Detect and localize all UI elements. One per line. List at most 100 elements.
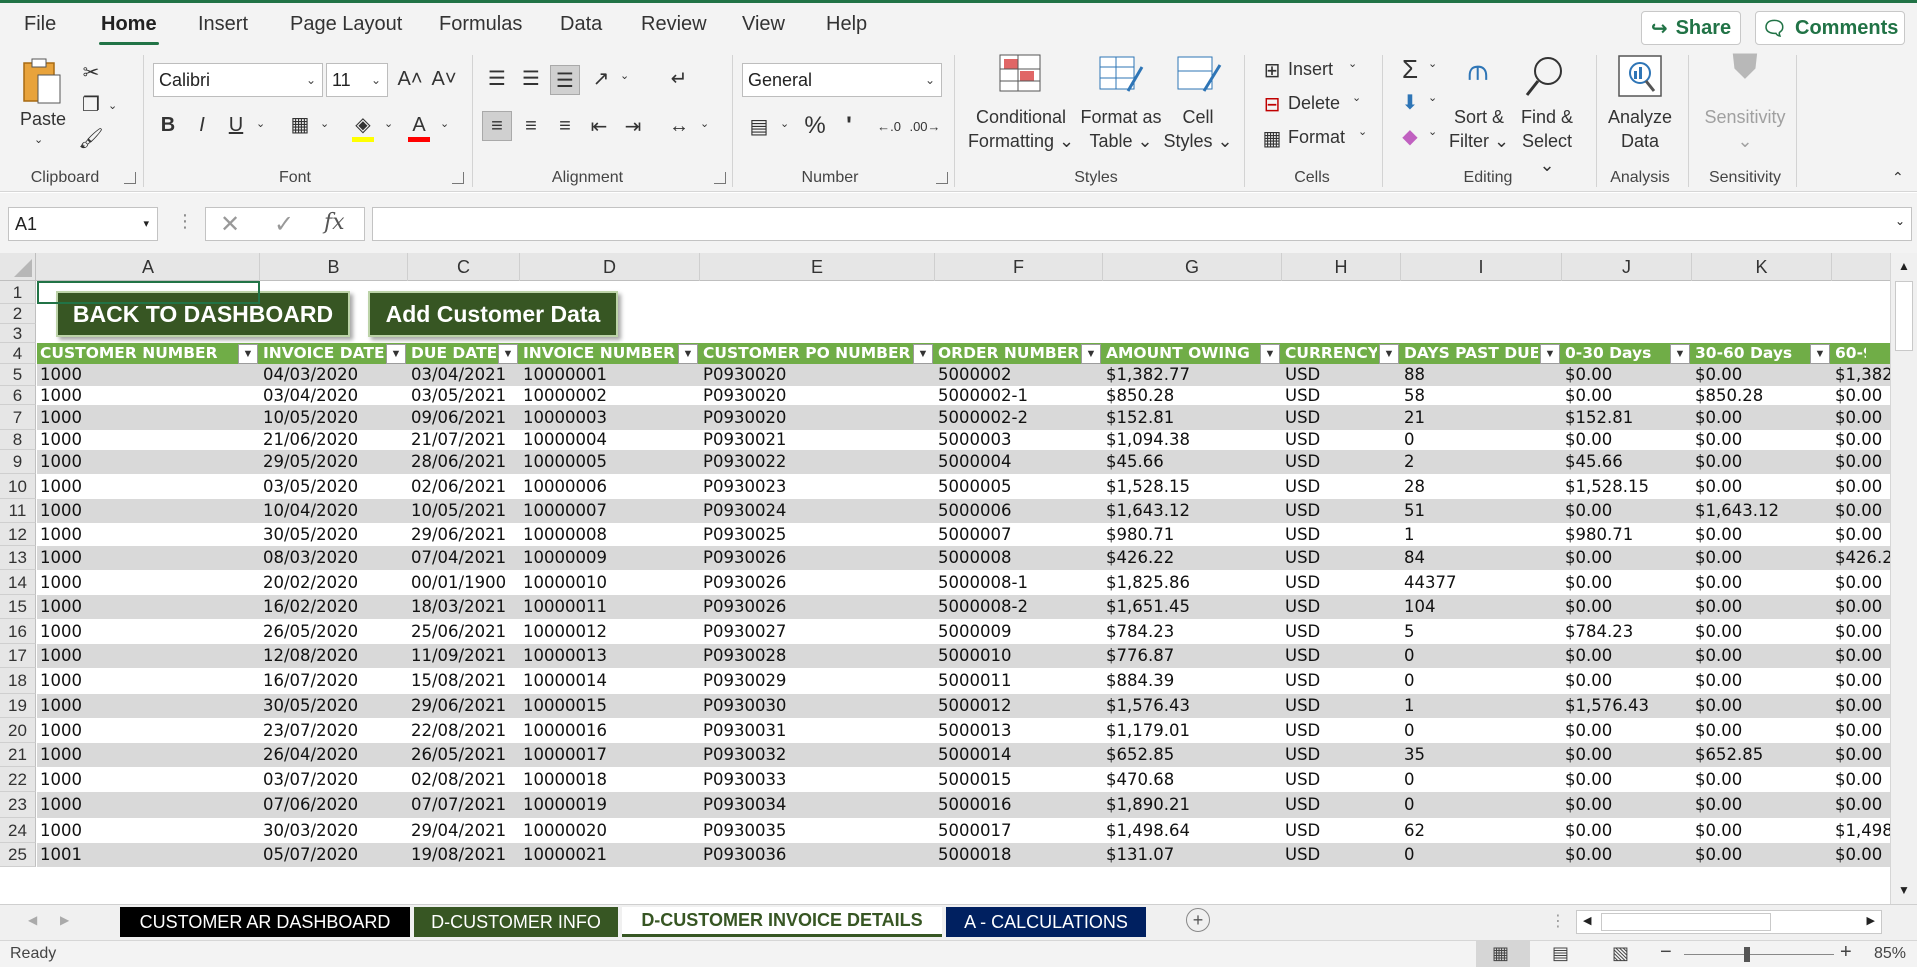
- table-cell[interactable]: $1,651.45: [1103, 595, 1282, 619]
- table-cell[interactable]: $1,528.15: [1103, 474, 1282, 499]
- table-cell[interactable]: $0.00: [1832, 743, 1890, 767]
- filter-dropdown-icon[interactable]: ▼: [498, 344, 518, 364]
- column-header-g[interactable]: G: [1103, 253, 1282, 281]
- tab-formulas[interactable]: Formulas: [439, 13, 522, 36]
- table-cell[interactable]: 10000013: [520, 644, 700, 668]
- table-cell[interactable]: USD: [1282, 474, 1401, 499]
- percent-style-icon[interactable]: %: [800, 111, 830, 141]
- table-cell[interactable]: $0.00: [1562, 718, 1692, 743]
- table-cell[interactable]: $0.00: [1692, 546, 1832, 570]
- table-cell[interactable]: $0.00: [1562, 364, 1692, 386]
- vertical-scrollbar[interactable]: ▲ ▼: [1890, 253, 1917, 904]
- table-cell[interactable]: $0.00: [1832, 405, 1890, 430]
- table-cell[interactable]: 10000001: [520, 364, 700, 386]
- table-cell[interactable]: 21: [1401, 405, 1562, 430]
- table-cell[interactable]: 5000015: [935, 767, 1103, 792]
- table-cell[interactable]: $0.00: [1832, 668, 1890, 694]
- table-cell[interactable]: $0.00: [1562, 430, 1692, 450]
- font-name-combo[interactable]: Calibri ⌄: [153, 63, 323, 97]
- table-cell[interactable]: 5000010: [935, 644, 1103, 668]
- table-cell[interactable]: P0930020: [700, 405, 935, 430]
- table-cell[interactable]: $0.00: [1832, 523, 1890, 546]
- table-cell[interactable]: P0930036: [700, 843, 935, 867]
- table-cell[interactable]: USD: [1282, 792, 1401, 818]
- table-cell[interactable]: $980.71: [1103, 523, 1282, 546]
- row-header[interactable]: 9: [0, 450, 36, 474]
- table-cell[interactable]: 10000007: [520, 499, 700, 523]
- table-cell[interactable]: $0.00: [1692, 792, 1832, 818]
- zoom-slider[interactable]: [1684, 947, 1834, 962]
- table-cell[interactable]: 29/04/2021: [408, 818, 520, 843]
- collapse-ribbon-icon[interactable]: ⌃: [1892, 169, 1904, 186]
- filter-dropdown-icon[interactable]: ▼: [238, 344, 258, 364]
- table-cell[interactable]: $1,179.01: [1103, 718, 1282, 743]
- font-color-button[interactable]: A: [406, 113, 432, 142]
- table-cell[interactable]: 1000: [37, 718, 260, 743]
- tab-data[interactable]: Data: [560, 13, 602, 36]
- find-select-icon[interactable]: [1524, 55, 1566, 99]
- table-header-cell[interactable]: 0-30 Days: [1562, 343, 1668, 364]
- table-cell[interactable]: $1,825.86: [1103, 570, 1282, 595]
- copy-chevron-icon[interactable]: ⌄: [108, 99, 117, 112]
- sheet-tab-customer-info[interactable]: D-CUSTOMER INFO: [414, 907, 618, 937]
- table-cell[interactable]: 0: [1401, 792, 1562, 818]
- table-cell[interactable]: USD: [1282, 718, 1401, 743]
- orientation-chevron-icon[interactable]: ⌄: [620, 69, 629, 82]
- row-header[interactable]: 25: [0, 843, 36, 867]
- table-cell[interactable]: 10/04/2020: [260, 499, 408, 523]
- conditional-formatting-icon[interactable]: [998, 53, 1042, 95]
- table-cell[interactable]: $0.00: [1692, 430, 1832, 450]
- table-cell[interactable]: $1,094.38: [1103, 430, 1282, 450]
- paste-icon[interactable]: [20, 57, 64, 105]
- table-cell[interactable]: $652.85: [1692, 743, 1832, 767]
- table-cell[interactable]: 88: [1401, 364, 1562, 386]
- table-cell[interactable]: P0930022: [700, 450, 935, 474]
- table-cell[interactable]: $0.00: [1692, 364, 1832, 386]
- increase-font-icon[interactable]: A˄: [396, 65, 424, 93]
- column-header-b[interactable]: B: [260, 253, 408, 281]
- table-cell[interactable]: 05/07/2020: [260, 843, 408, 867]
- column-header-i[interactable]: I: [1401, 253, 1562, 281]
- table-cell[interactable]: USD: [1282, 364, 1401, 386]
- borders-icon[interactable]: ▦: [286, 111, 314, 139]
- table-cell[interactable]: 30/05/2020: [260, 523, 408, 546]
- table-cell[interactable]: P0930026: [700, 595, 935, 619]
- table-header-cell[interactable]: INVOICE NUMBER: [520, 343, 676, 364]
- more-options-icon[interactable]: ⋮: [176, 211, 194, 232]
- table-cell[interactable]: 21/07/2021: [408, 430, 520, 450]
- table-cell[interactable]: 10000021: [520, 843, 700, 867]
- filter-dropdown-icon[interactable]: ▼: [1260, 344, 1280, 364]
- table-cell[interactable]: P0930026: [700, 570, 935, 595]
- table-cell[interactable]: $0.00: [1832, 792, 1890, 818]
- table-cell[interactable]: P0930034: [700, 792, 935, 818]
- table-cell[interactable]: $0.00: [1562, 767, 1692, 792]
- table-cell[interactable]: $0.00: [1832, 718, 1890, 743]
- horizontal-scrollbar[interactable]: ◀ ▶: [1576, 910, 1882, 934]
- table-cell[interactable]: 1000: [37, 499, 260, 523]
- row-header[interactable]: 23: [0, 792, 36, 818]
- table-cell[interactable]: $0.00: [1562, 818, 1692, 843]
- table-cell[interactable]: 1: [1401, 523, 1562, 546]
- table-cell[interactable]: $1,382: [1832, 364, 1890, 386]
- table-cell[interactable]: USD: [1282, 644, 1401, 668]
- table-cell[interactable]: 5000002: [935, 364, 1103, 386]
- fill-chevron-icon[interactable]: ⌄: [384, 117, 393, 130]
- autosum-chevron-icon[interactable]: ⌄: [1428, 57, 1437, 70]
- tab-file[interactable]: File: [24, 13, 56, 36]
- table-cell[interactable]: 1000: [37, 743, 260, 767]
- paste-label[interactable]: Paste: [18, 107, 68, 131]
- table-cell[interactable]: $0.00: [1562, 743, 1692, 767]
- table-cell[interactable]: 02/06/2021: [408, 474, 520, 499]
- decrease-indent-icon[interactable]: ⇤: [584, 111, 614, 141]
- table-cell[interactable]: 10000019: [520, 792, 700, 818]
- table-cell[interactable]: 0: [1401, 718, 1562, 743]
- table-header-cell[interactable]: ORDER NUMBER: [935, 343, 1079, 364]
- zoom-level[interactable]: 85%: [1874, 945, 1906, 963]
- column-header-e[interactable]: E: [700, 253, 935, 281]
- table-cell[interactable]: USD: [1282, 386, 1401, 405]
- table-header-cell[interactable]: INVOICE DATE: [260, 343, 384, 364]
- page-layout-view-icon[interactable]: ▤: [1552, 943, 1569, 964]
- share-button[interactable]: ↪ Share: [1641, 11, 1741, 45]
- table-cell[interactable]: 1000: [37, 818, 260, 843]
- table-cell[interactable]: $0.00: [1562, 546, 1692, 570]
